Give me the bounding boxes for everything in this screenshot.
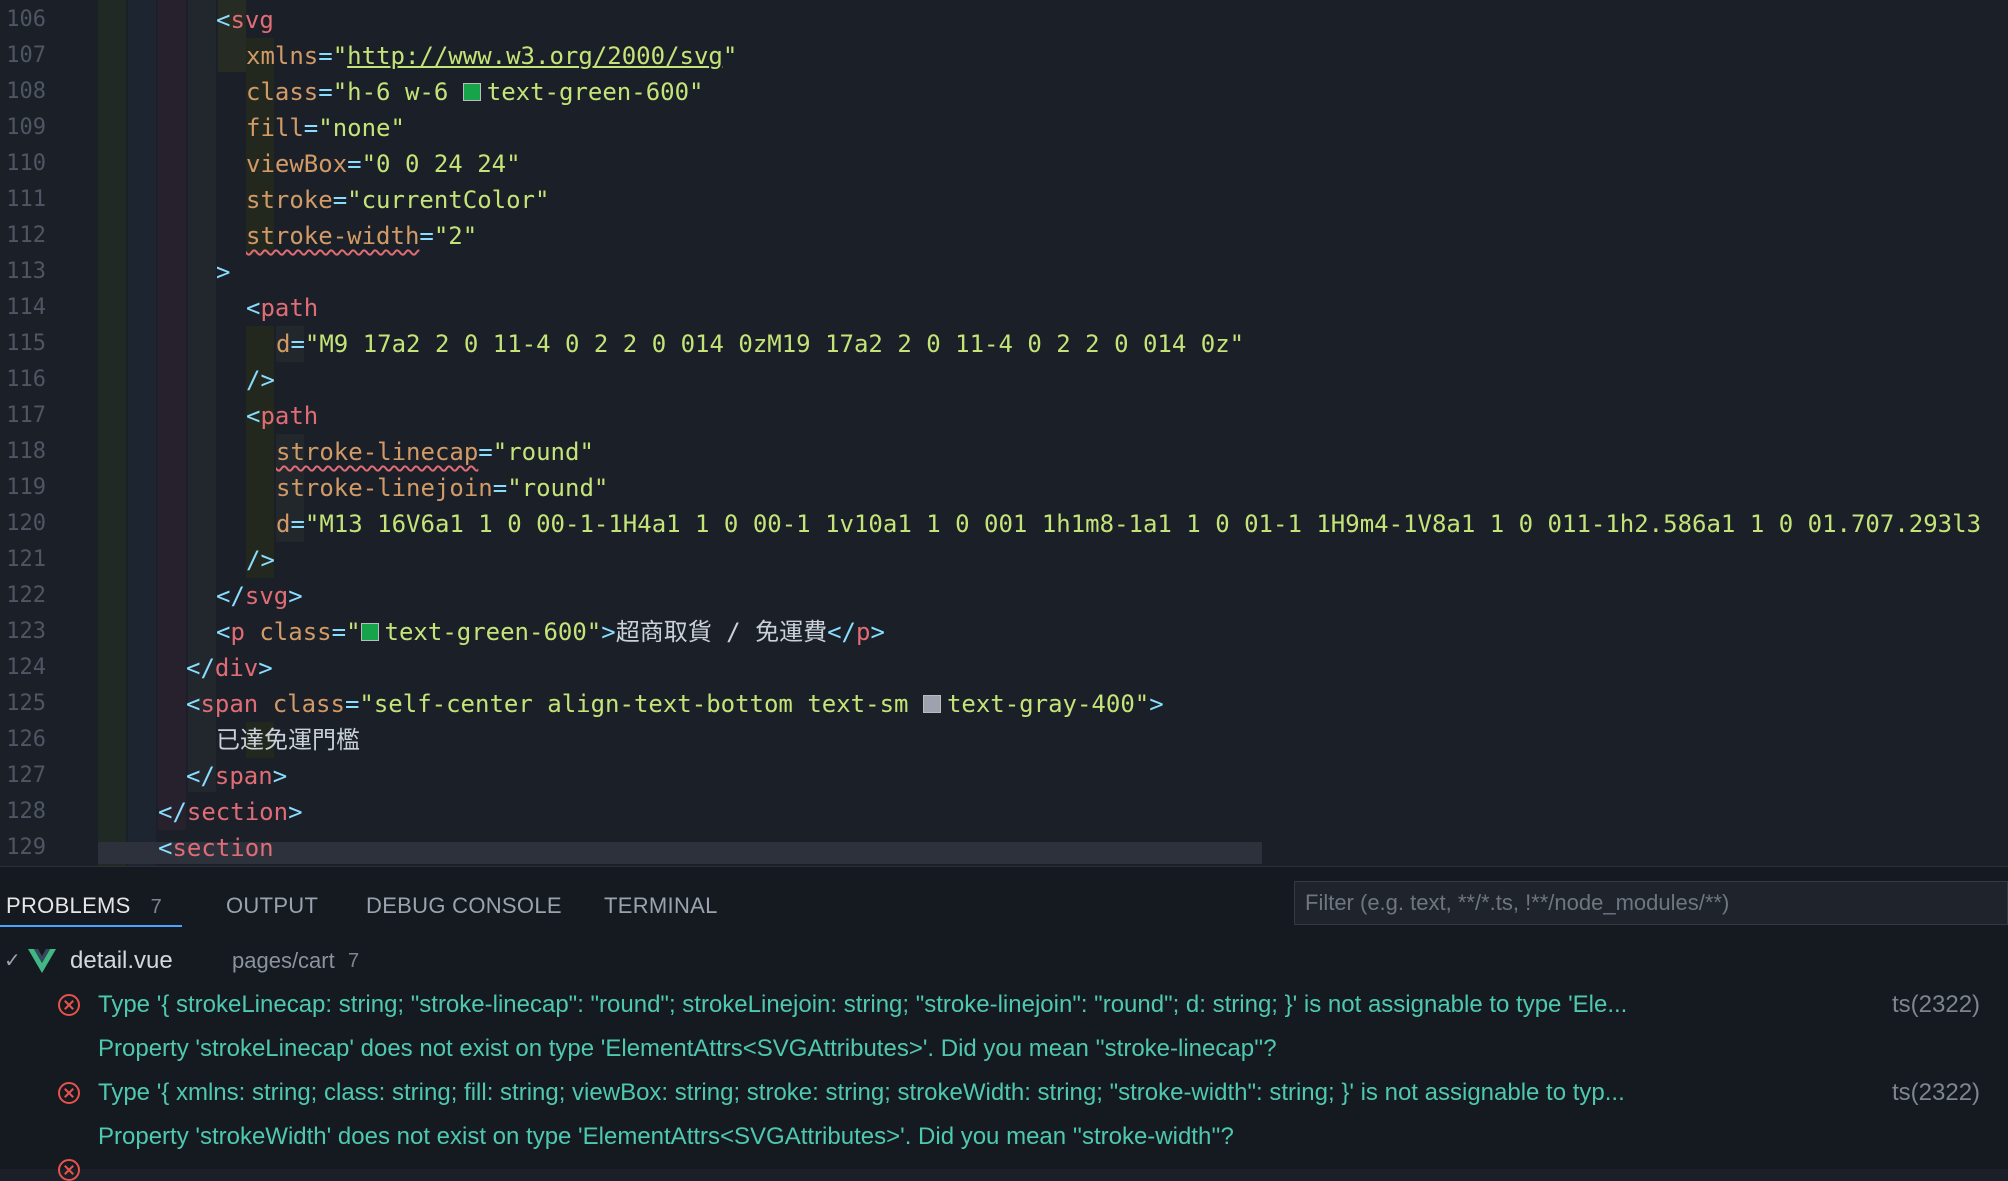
code-line-126[interactable]: 已達免運門檻 <box>216 722 360 758</box>
active-tab-indicator <box>0 925 182 927</box>
line-number: 112 <box>6 223 46 248</box>
code-line-115[interactable]: d="M9 17a2 2 0 11-4 0 2 2 0 014 0zM19 17… <box>276 326 1244 362</box>
error-icon <box>58 1082 80 1104</box>
line-number: 108 <box>6 79 46 104</box>
problem-item[interactable]: Type '{ xmlns: string; class: string; fi… <box>0 1073 2008 1113</box>
problem-detail-text: Property 'strokeLinecap' does not exist … <box>98 1035 1277 1062</box>
line-number: 123 <box>6 619 46 644</box>
code-line-107[interactable]: xmlns="http://www.w3.org/2000/svg" <box>246 38 737 74</box>
line-number: 122 <box>6 583 46 608</box>
problem-detail-text: Property 'strokeWidth' does not exist on… <box>98 1123 1234 1150</box>
line-number: 114 <box>6 295 46 320</box>
code-line-111[interactable]: stroke="currentColor" <box>246 182 549 218</box>
code-line-121[interactable]: /> <box>246 542 275 578</box>
line-number: 118 <box>6 439 46 464</box>
tab-problems[interactable]: PROBLEMS 7 <box>6 893 162 919</box>
line-number: 109 <box>6 115 46 140</box>
tab-terminal[interactable]: TERMINAL <box>604 893 718 919</box>
code-line-119[interactable]: stroke-linejoin="round" <box>276 470 608 506</box>
vue-file-icon <box>28 949 56 973</box>
problem-file-path: pages/cart <box>232 948 335 973</box>
problem-file-name: detail.vue <box>70 947 173 974</box>
code-line-122[interactable]: </svg> <box>216 578 303 614</box>
code-line-120[interactable]: d="M13 16V6a1 1 0 00-1-1H4a1 1 0 00-1 1v… <box>276 506 1981 542</box>
code-line-110[interactable]: viewBox="0 0 24 24" <box>246 146 521 182</box>
chevron-down-icon[interactable]: ✓ <box>4 941 21 981</box>
line-number: 120 <box>6 511 46 536</box>
line-number: 110 <box>6 151 46 176</box>
line-number: 116 <box>6 367 46 392</box>
line-number: 124 <box>6 655 46 680</box>
indent-guide <box>158 0 186 830</box>
problem-code[interactable]: ts(2322) <box>1892 985 1980 1025</box>
line-number: 125 <box>6 691 46 716</box>
code-line-113[interactable]: > <box>216 254 230 290</box>
line-number: 121 <box>6 547 46 572</box>
line-number: 119 <box>6 475 46 500</box>
problem-code[interactable]: ts(2322) <box>1892 1073 1980 1113</box>
color-swatch-icon[interactable] <box>462 83 481 101</box>
code-line-106[interactable]: <svg <box>216 2 274 38</box>
problem-message: Type '{ xmlns: string; class: string; fi… <box>98 1079 1625 1106</box>
line-number: 129 <box>6 835 46 860</box>
code-line-108[interactable]: class="h-6 w-6 text-green-600" <box>246 74 704 110</box>
indent-guide <box>98 0 126 866</box>
code-line-117[interactable]: <path <box>246 398 318 434</box>
error-squiggle: stroke-width <box>246 222 420 250</box>
color-swatch-icon[interactable] <box>922 695 941 713</box>
code-line-129[interactable]: <section <box>158 830 274 866</box>
problem-detail[interactable]: Property 'strokeLinecap' does not exist … <box>0 1029 2008 1069</box>
problem-item[interactable]: Type '{ strokeLinecap: string; "stroke-l… <box>0 985 2008 1025</box>
color-swatch-icon[interactable] <box>360 623 379 641</box>
code-line-128[interactable]: </section> <box>158 794 303 830</box>
line-number: 127 <box>6 763 46 788</box>
line-number: 111 <box>6 187 46 212</box>
indent-guide <box>128 0 156 866</box>
line-number: 107 <box>6 43 46 68</box>
code-line-109[interactable]: fill="none" <box>246 110 405 146</box>
line-number: 126 <box>6 727 46 752</box>
line-number-gutter: 106 107 108 109 110 111 112 113 114 115 … <box>0 0 94 866</box>
code-line-123[interactable]: <p class=" text-green-600">超商取貨 / 免運費</p> <box>216 614 885 650</box>
code-line-114[interactable]: <path <box>246 290 318 326</box>
problem-detail[interactable]: Property 'strokeWidth' does not exist on… <box>0 1117 2008 1157</box>
problem-file-group[interactable]: ✓ detail.vue pages/cart 7 <box>0 941 1000 981</box>
error-squiggle: stroke-linecap <box>276 438 479 466</box>
code-line-118[interactable]: stroke-linecap="round" <box>276 434 594 470</box>
code-line-125[interactable]: <span class="self-center align-text-bott… <box>186 686 1164 722</box>
url-link[interactable]: http://www.w3.org/2000/svg <box>347 42 723 70</box>
code-editor[interactable]: 106 107 108 109 110 111 112 113 114 115 … <box>0 0 2008 866</box>
line-number: 113 <box>6 259 46 284</box>
code-line-116[interactable]: /> <box>246 362 275 398</box>
code-line-124[interactable]: </div> <box>186 650 273 686</box>
problems-filter-input[interactable]: Filter (e.g. text, **/*.ts, !**/node_mod… <box>1294 881 2008 925</box>
line-number: 106 <box>6 7 46 32</box>
bottom-panel: PROBLEMS 7 OUTPUT DEBUG CONSOLE TERMINAL … <box>0 866 2008 1181</box>
error-icon <box>58 994 80 1016</box>
tab-output[interactable]: OUTPUT <box>226 893 318 919</box>
code-line-127[interactable]: </span> <box>186 758 287 794</box>
problem-message: Type '{ strokeLinecap: string; "stroke-l… <box>98 991 1628 1018</box>
problems-count-badge: 7 <box>150 896 163 918</box>
line-number: 117 <box>6 403 46 428</box>
tab-debug-console[interactable]: DEBUG CONSOLE <box>366 893 562 919</box>
error-icon <box>58 1159 80 1181</box>
line-number: 128 <box>6 799 46 824</box>
problem-file-count: 7 <box>348 950 360 972</box>
line-number: 115 <box>6 331 46 356</box>
code-line-112[interactable]: stroke-width="2" <box>246 218 477 254</box>
